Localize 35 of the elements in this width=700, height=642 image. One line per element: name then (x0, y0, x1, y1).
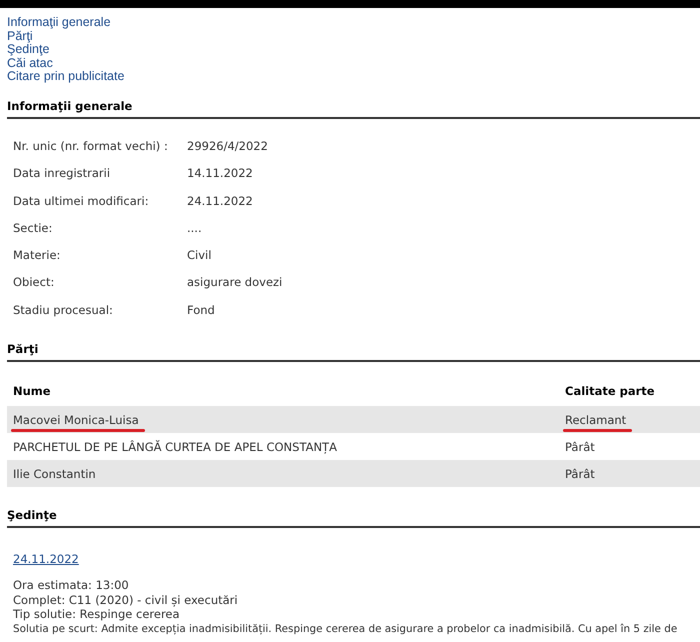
table-cell: Pârât (565, 466, 595, 481)
field-value: 24.11.2022 (187, 194, 254, 210)
field-value: 29926/4/2022 (187, 138, 269, 155)
field-value: asigurare dovezi (187, 275, 284, 292)
field-label: Obiect: (13, 275, 56, 292)
field-value: 14.11.2022 (187, 166, 254, 182)
section-link[interactable]: Părţi (7, 30, 33, 44)
table-cell: Macovei Monica-Luisa (13, 412, 139, 427)
hearing-detail: Tip solutie: Respinge cererea (13, 607, 180, 622)
field-label: Sectie: (13, 220, 54, 237)
field-value: Civil (187, 248, 212, 264)
column-header: Nume (7, 384, 559, 406)
section-heading: Şedinţe (7, 508, 700, 528)
hearing-date[interactable]: 24.11.2022 (13, 552, 79, 566)
table-cell: PARCHETUL DE PE LÂNGĂ CURTEA DE APEL CONSTANȚA (13, 440, 337, 454)
field-label: Data inregistrarii (13, 166, 112, 182)
hearing-detail: Ora estimata: 13:00 (13, 578, 129, 593)
field-label: Nr. unic (nr. format vechi) : (13, 138, 169, 155)
field-label: Data ultimei modificari: (13, 194, 150, 210)
table-cell: Ilie Constantin (13, 466, 96, 481)
section-link[interactable]: Căi atac (7, 56, 53, 70)
section-link[interactable]: Informaţii generale (7, 16, 111, 30)
table-cell: Pârât (565, 440, 595, 454)
field-label: Materie: (13, 248, 62, 264)
hearing-detail: Complet: C11 (2020) - civil și executări (13, 592, 238, 608)
hearing-detail: Solutia pe scurt: Admite excepția inadmisibilității. Respinge cererea de asigurare a probelor ca inadmisibilă. Cu apel în 5 zile de (13, 622, 678, 636)
section-heading: Informaţii generale (7, 98, 700, 119)
section-link[interactable]: Şedinţe (7, 43, 50, 57)
section-link[interactable]: Citare prin publicitate (7, 70, 124, 84)
field-label: Stadiu procesual: (13, 302, 114, 319)
field-value: .... (187, 220, 203, 237)
field-value: Fond (187, 302, 216, 319)
table-cell: Reclamant (565, 412, 626, 427)
column-header: Calitate parte (559, 384, 700, 406)
section-heading: Părţi (7, 342, 700, 362)
